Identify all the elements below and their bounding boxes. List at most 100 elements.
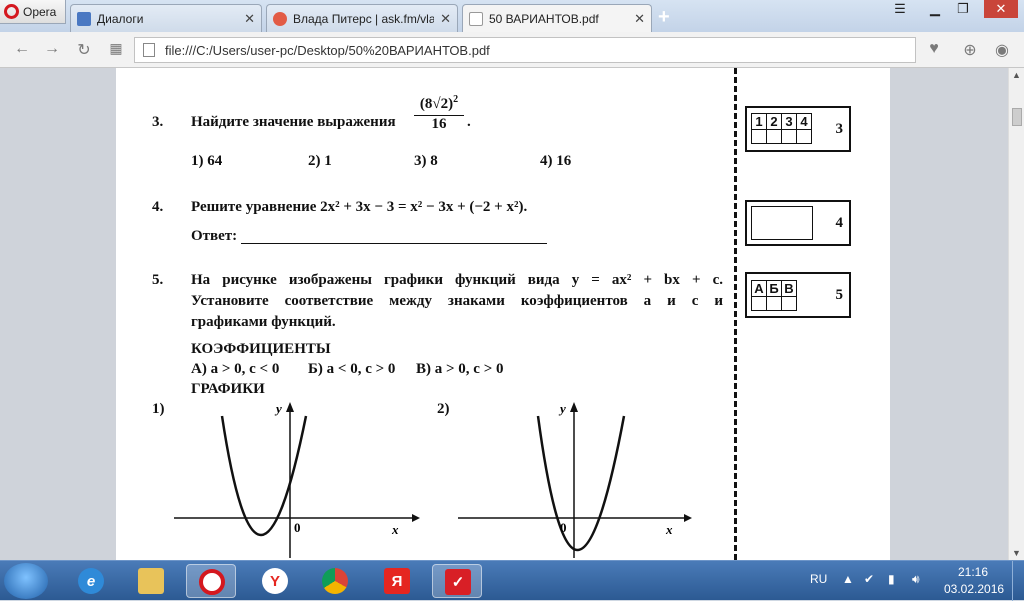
tray-app-icon[interactable]: ✔ xyxy=(864,572,874,586)
exponent: 2 xyxy=(453,94,459,105)
download-icon[interactable]: ⊕ xyxy=(960,40,980,60)
question-text-line: Установите соответствие между знаками ко… xyxy=(191,293,723,309)
show-hidden-icons-icon[interactable]: ▲ xyxy=(842,572,854,586)
scroll-thumb[interactable] xyxy=(1012,108,1022,126)
scroll-up-icon[interactable]: ▲ xyxy=(1012,70,1021,80)
graph-1: y x 0 xyxy=(174,401,420,558)
network-icon[interactable]: ▮ xyxy=(888,572,895,586)
graph-label: 1) xyxy=(152,401,165,417)
yandex-icon: Я xyxy=(384,568,410,594)
tab-dialogs[interactable]: Диалоги ✕ xyxy=(70,4,262,32)
tab-pdf[interactable]: 50 ВАРИАНТОВ.pdf ✕ xyxy=(462,4,652,33)
question-number: 5. xyxy=(152,272,164,288)
folder-icon xyxy=(138,568,164,594)
start-button[interactable] xyxy=(4,563,48,599)
option: 2) 1 xyxy=(308,153,332,169)
y-axis-label: y xyxy=(274,401,282,416)
x-axis-arrow-icon xyxy=(684,514,692,522)
ie-icon: e xyxy=(78,568,104,594)
back-icon[interactable]: ← xyxy=(12,40,32,58)
clock-date[interactable]: 03.02.2016 xyxy=(944,582,1004,596)
option: 3) 8 xyxy=(414,153,438,169)
tab-label: 50 ВАРИАНТОВ.pdf xyxy=(489,12,599,26)
tab-askfm[interactable]: Влада Питерс | ask.fm/vla ✕ xyxy=(266,4,458,32)
x-axis-arrow-icon xyxy=(412,514,420,522)
scroll-down-icon[interactable]: ▼ xyxy=(1012,548,1021,558)
fraction-numerator: (8√2) xyxy=(419,96,454,112)
minimize-icon[interactable]: ▁ xyxy=(922,0,948,18)
parabola-2 xyxy=(536,415,626,552)
question-number: 3. xyxy=(152,114,164,130)
taskbar-yandex[interactable]: Я xyxy=(372,564,422,598)
grid-header: 2 xyxy=(766,113,782,130)
page-icon xyxy=(143,43,155,57)
taskbar-explorer[interactable] xyxy=(126,564,176,598)
coefficient-option: В) a > 0, c > 0 xyxy=(416,361,504,377)
opera-menu-button[interactable]: Opera xyxy=(0,0,66,24)
answer-box-3: 1 2 3 4 3 xyxy=(745,106,851,152)
reload-icon[interactable]: ↻ xyxy=(74,40,94,60)
tab-label: Диалоги xyxy=(97,11,144,26)
navigation-bar: ← → ↻ ▦ file:///C:/Users/user-pc/Desktop… xyxy=(0,32,1024,68)
grid-cell[interactable] xyxy=(781,129,797,144)
new-tab-button[interactable]: + xyxy=(658,6,670,29)
coefficient-option: А) a > 0, c < 0 xyxy=(191,361,280,377)
period: . xyxy=(467,114,471,130)
grid-cell[interactable] xyxy=(751,129,767,144)
address-bar[interactable]: file:///C:/Users/user-pc/Desktop/50%20ВА… xyxy=(134,37,916,63)
show-desktop-button[interactable] xyxy=(1012,561,1024,601)
taskbar-yandex-browser[interactable]: Y xyxy=(250,564,300,598)
question-number: 4. xyxy=(152,199,164,215)
close-tab-icon[interactable]: ✕ xyxy=(440,11,451,27)
close-tab-icon[interactable]: ✕ xyxy=(244,11,255,27)
pdf-page: 3. Найдите значение выражения (8√2)2 16 … xyxy=(116,68,890,560)
cut-line xyxy=(734,68,737,560)
windows-taskbar: e Y Я ✓ RU ▲ ✔ ▮ 🔊︎ 21:16 03.02.2016 xyxy=(0,560,1024,601)
clock-time[interactable]: 21:16 xyxy=(958,565,988,579)
close-window-icon[interactable]: ✕ xyxy=(984,0,1018,18)
forward-icon[interactable]: → xyxy=(42,40,62,58)
option: 4) 16 xyxy=(540,153,572,169)
origin-label: 0 xyxy=(294,520,301,535)
vertical-scrollbar[interactable]: ▲ ▼ xyxy=(1008,68,1024,560)
graph-label: 2) xyxy=(437,401,450,417)
answer-input-cell[interactable] xyxy=(751,206,813,240)
account-icon[interactable]: ◉ xyxy=(992,40,1012,60)
grid-cell[interactable] xyxy=(766,296,782,311)
pdf-favicon-icon xyxy=(469,12,483,26)
origin-label: 0 xyxy=(560,520,567,535)
opera-menu-label: Opera xyxy=(23,4,57,19)
taskbar-chrome[interactable] xyxy=(310,564,360,598)
answer-box-4: 4 xyxy=(745,200,851,246)
volume-icon[interactable]: 🔊︎ xyxy=(912,572,920,587)
box-number: 4 xyxy=(835,215,844,231)
opera-icon xyxy=(199,569,225,595)
yandex-browser-icon: Y xyxy=(262,568,288,594)
address-text: file:///C:/Users/user-pc/Desktop/50%20ВА… xyxy=(165,42,490,58)
maximize-icon[interactable]: ❐ xyxy=(950,0,976,18)
y-axis-label: y xyxy=(558,401,566,416)
answer-label: Ответ: xyxy=(191,228,238,244)
grid-header: 1 xyxy=(751,113,767,130)
tabs-menu-icon[interactable]: ☰ xyxy=(887,0,913,18)
grid-cell[interactable] xyxy=(796,129,812,144)
bookmark-heart-icon[interactable]: ♥ xyxy=(924,40,944,58)
question-text: Решите уравнение 2x² + 3x − 3 = x² − 3x … xyxy=(191,199,528,215)
taskbar-app[interactable]: ✓ xyxy=(432,564,482,598)
language-indicator[interactable]: RU xyxy=(810,572,827,586)
grid-cell[interactable] xyxy=(766,129,782,144)
box-number: 5 xyxy=(835,287,844,303)
x-axis-label: x xyxy=(665,522,673,537)
grid-cell[interactable] xyxy=(781,296,797,311)
taskbar-ie[interactable]: e xyxy=(66,564,116,598)
grid-cell[interactable] xyxy=(751,296,767,311)
y-axis-arrow-icon xyxy=(570,402,578,412)
taskbar-opera[interactable] xyxy=(186,564,236,598)
grid-header: В xyxy=(781,280,797,297)
answer-line xyxy=(241,243,547,244)
vk-favicon-icon xyxy=(77,11,91,26)
speed-dial-icon[interactable]: ▦ xyxy=(106,40,126,57)
close-tab-icon[interactable]: ✕ xyxy=(634,11,645,27)
graph-2: y x 0 xyxy=(458,401,692,558)
question-text-line: На рисунке изображены графики функций ви… xyxy=(191,272,723,288)
